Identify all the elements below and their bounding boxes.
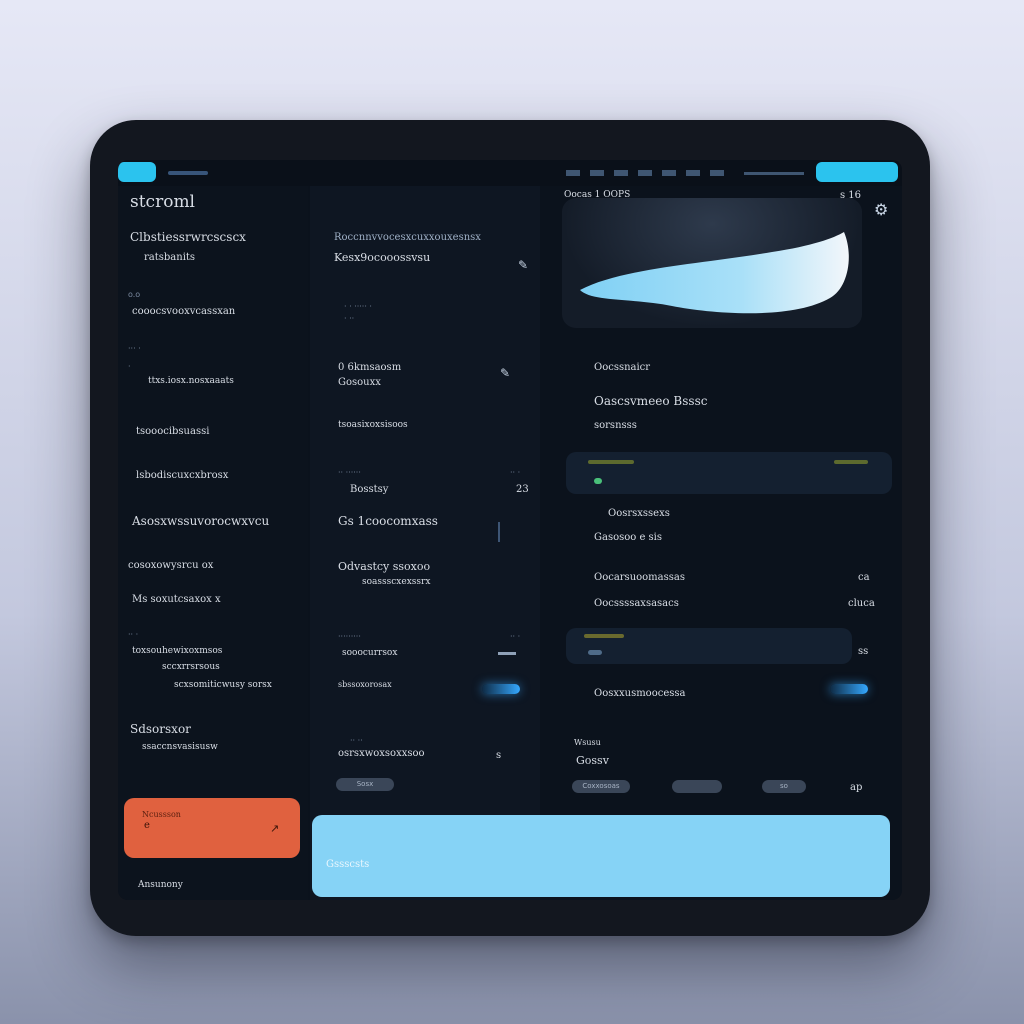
bottom-banner[interactable]: Gssscsts (312, 815, 890, 897)
section-label: ·· ·· (350, 736, 363, 745)
top-tab-indicator[interactable] (168, 171, 208, 175)
list-item-label: Roccnnvvocesxcuxxouxesnsx (334, 232, 481, 243)
list-item[interactable]: sooocurrsox (342, 648, 397, 658)
section-line: Oosrsxssexs (608, 508, 670, 519)
sidebar-item-sub: ssaccnsvasisusw (142, 742, 218, 752)
status-line (744, 172, 804, 175)
alert-card-value: e (144, 820, 150, 831)
sidebar-item[interactable]: scxsomiticwusy sorsx (174, 680, 272, 690)
row-badge: cluca (848, 598, 875, 609)
section-title: Oocssnaicr (594, 362, 651, 373)
filter-chip[interactable]: Coxxosoas (572, 780, 630, 793)
menu-pill-button[interactable] (118, 162, 156, 182)
filter-chip[interactable]: so (762, 780, 806, 793)
sidebar-item[interactable]: ttxs.iosx.nosxaaats (148, 376, 234, 386)
progress-marker (594, 478, 602, 484)
section-line: sorsnsss (594, 420, 637, 431)
sidebar-item-label: Clbstiessrwrcscscx (130, 230, 246, 244)
status-dots (566, 170, 726, 176)
list-item-label: 0 6kmsaosm (338, 362, 402, 373)
list-item[interactable]: 0 6kmsaosm Gosouxx (338, 362, 401, 388)
sidebar-item-sub: sccxrrsrsous (162, 662, 220, 672)
list-item-sub: Gosouxx (338, 377, 381, 388)
arrow-icon[interactable]: ↗ (270, 822, 279, 835)
section-label: ·· · (510, 468, 521, 477)
edit-icon[interactable]: ✎ (518, 258, 528, 272)
section-label: ··· · (128, 344, 141, 353)
section-label: · (128, 362, 131, 371)
sidebar-item[interactable]: tsooocibsuassi (136, 426, 209, 437)
app-screen: stcroml Clbstiessrwrcscscx ratsbanits o.… (118, 160, 902, 900)
right-panel: Oocas 1 OOPS s 16 ⚙ Oocssnaicr Oascsvmee… (542, 186, 902, 900)
progress-card[interactable] (566, 452, 892, 494)
section-line: Oascsvmeeo Bsssc (594, 394, 708, 408)
filter-chip[interactable] (672, 780, 722, 793)
section-label: ·· ······ (338, 468, 361, 477)
sidebar-item-label: toxsouhewixoxmsos (132, 646, 223, 656)
progress-marker (588, 650, 602, 655)
section-label: · · ····· · (344, 302, 372, 311)
list-item[interactable]: Roccnnvvocesxcuxxouxesnsx Kesx9ocooossvs… (334, 232, 481, 264)
section-label: ·· · (510, 632, 521, 641)
cursor-mark (498, 522, 500, 542)
list-item-label: Odvastcy ssoxoo (338, 560, 431, 573)
list-item[interactable]: Bosstsy (350, 484, 388, 495)
left-sidebar: stcroml Clbstiessrwrcscscx ratsbanits o.… (118, 186, 308, 900)
account-icon[interactable]: ⚙ (874, 200, 888, 219)
sidebar-item[interactable]: lsbodiscuxcxbrosx (136, 470, 228, 481)
sidebar-item-label: Sdsorsxor (130, 722, 191, 736)
sidebar-item[interactable]: cooocsvooxvcassxan (132, 306, 235, 317)
section-label: ········· (338, 632, 361, 641)
row-badge: ca (858, 572, 870, 583)
list-item[interactable]: Odvastcy ssoxoo soassscxexssrx (338, 560, 430, 587)
sidebar-title: stcroml (130, 192, 195, 212)
list-item-value: 23 (516, 484, 529, 495)
list-item[interactable]: osrsxwoxsoxxsoo (338, 748, 425, 759)
top-bar (118, 160, 902, 186)
progress-track (584, 634, 624, 638)
section-label: · ·· (344, 314, 355, 323)
list-item[interactable]: Gs 1coocomxass (338, 514, 438, 528)
sidebar-item[interactable]: Asosxwssuvorocwxvcu (132, 514, 269, 528)
sidebar-item-sub: ratsbanits (144, 252, 196, 263)
section-title: Wsusu (574, 738, 601, 747)
sidebar-item[interactable]: cosoxowysrcu ox (128, 560, 213, 571)
list-item[interactable]: sbssoxorosax (338, 680, 392, 689)
sidebar-item[interactable]: Clbstiessrwrcscscx ratsbanits (130, 230, 246, 263)
section-line: Gasosoo e sis (594, 532, 663, 543)
progress-track (588, 460, 634, 464)
footer-title: Ansunony (138, 880, 183, 890)
banner-label: Gssscsts (326, 859, 370, 870)
sidebar-item[interactable]: Ms soxutcsaxox x (132, 594, 221, 605)
edit-icon[interactable]: ✎ (500, 366, 510, 380)
section-line: Oocarsuoomassas (594, 572, 685, 583)
hero-shape (580, 232, 849, 314)
sidebar-footer: Ansunony snoxoarssocsoss (138, 880, 205, 900)
list-item-sub: Kesx9ocooossvsu (334, 251, 431, 264)
progress-tag (834, 460, 868, 464)
progress-card[interactable] (566, 628, 852, 664)
list-item[interactable]: tsoasixoxsisoos (338, 420, 408, 430)
sidebar-item[interactable]: toxsouhewixoxmsos sccxrrsrsous (132, 646, 222, 672)
section-label: o.o (128, 290, 141, 299)
toggle-switch[interactable] (482, 684, 520, 694)
filter-chip[interactable]: Sosx (336, 778, 394, 791)
sidebar-item[interactable]: Sdsorsxor ssaccnsvasisusw (130, 722, 218, 752)
row-badge: ss (858, 646, 869, 657)
section-line: Oosxxusmoocessa (594, 688, 686, 699)
primary-action-button[interactable] (816, 162, 898, 182)
hero-card (562, 198, 862, 328)
section-label: ·· · (128, 630, 139, 639)
toggle-switch[interactable] (830, 684, 868, 694)
section-line: Oocssssaxsasacs (594, 598, 679, 609)
alert-card-title: Ncussson (142, 810, 181, 819)
alert-card[interactable]: Ncussson e ↗ (124, 798, 300, 858)
footer-icon[interactable]: ap (850, 782, 862, 793)
list-item-value: s (496, 750, 502, 761)
middle-panel: Roccnnvvocesxcuxxouxesnsx Kesx9ocooossvs… (310, 186, 540, 900)
list-item-sub: soassscxexssrx (362, 577, 431, 587)
section-subtitle: Gossv (576, 754, 609, 767)
list-item-indicator (498, 652, 516, 655)
